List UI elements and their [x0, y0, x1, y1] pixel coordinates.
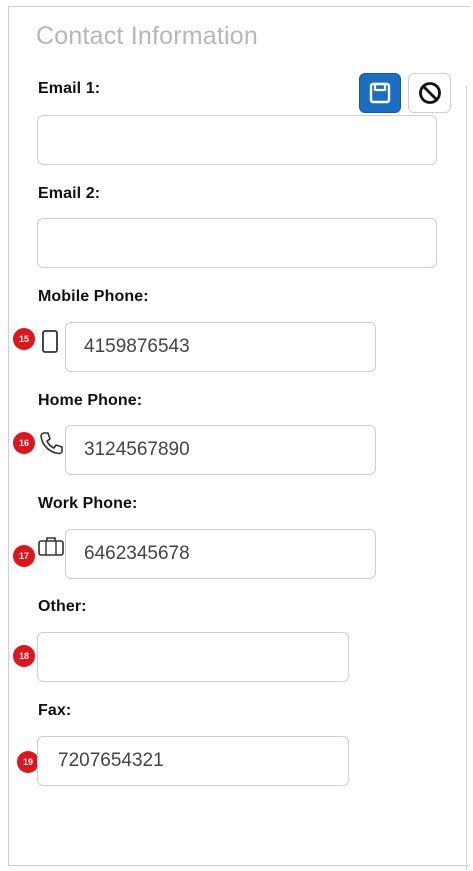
badge-15: 15 — [13, 328, 35, 350]
other-label: Other: — [38, 598, 87, 615]
section-title: Contact Information — [36, 22, 258, 50]
panel-bottom-border — [8, 865, 470, 866]
cancel-icon — [418, 82, 441, 104]
email1-field[interactable] — [37, 115, 437, 165]
email1-label: Email 1: — [38, 80, 101, 97]
home-phone-label: Home Phone: — [38, 392, 143, 409]
phone-handset-icon — [40, 432, 63, 455]
mobile-phone-label: Mobile Phone: — [38, 288, 149, 305]
fax-label: Fax: — [38, 702, 72, 719]
panel-divider — [466, 86, 467, 870]
other-field[interactable] — [37, 632, 349, 682]
email2-label: Email 2: — [38, 185, 101, 202]
mobile-phone-field[interactable] — [65, 322, 376, 372]
badge-18: 18 — [13, 645, 35, 667]
mobile-phone-icon — [42, 330, 58, 353]
work-phone-field[interactable] — [65, 529, 376, 579]
badge-19: 19 — [17, 751, 39, 773]
fax-field[interactable] — [37, 736, 349, 786]
badge-17: 17 — [13, 545, 35, 567]
cancel-button[interactable] — [408, 73, 451, 113]
briefcase-icon — [38, 537, 64, 556]
home-phone-field[interactable] — [65, 425, 376, 475]
save-button[interactable] — [359, 73, 401, 113]
work-phone-label: Work Phone: — [38, 495, 138, 512]
save-icon — [369, 82, 391, 104]
email2-field[interactable] — [37, 218, 437, 268]
badge-16: 16 — [13, 432, 35, 454]
